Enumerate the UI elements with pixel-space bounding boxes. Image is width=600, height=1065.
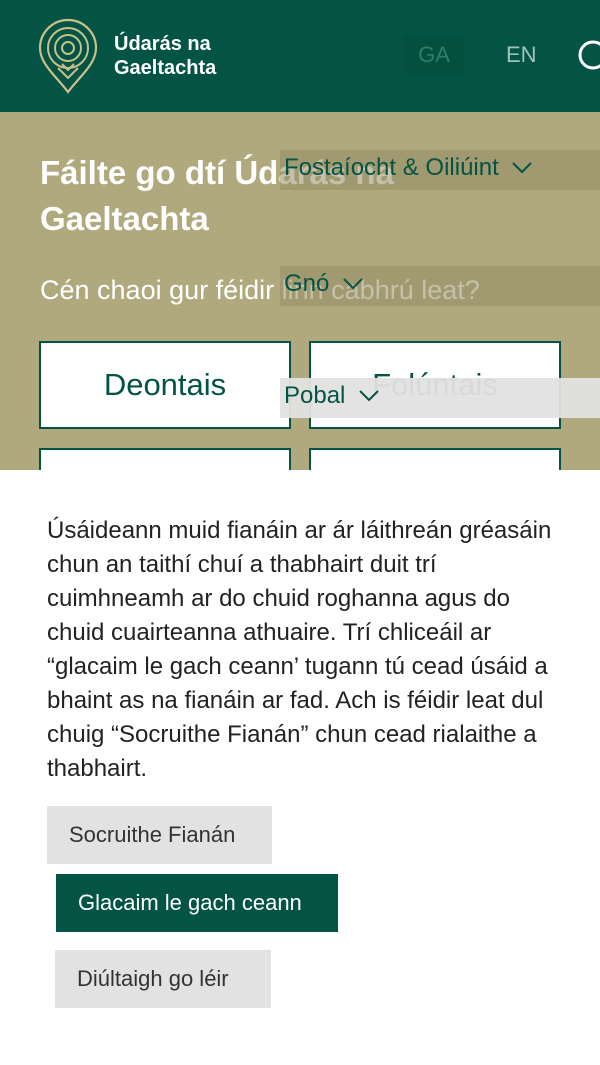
menu-item-gno[interactable]: Gnó xyxy=(280,266,600,306)
chevron-down-icon xyxy=(359,390,379,402)
udaras-logo-icon[interactable] xyxy=(36,18,100,94)
accept-all-cookies-button[interactable]: Glacaim le gach ceann xyxy=(56,874,338,932)
brand-line-2: Gaeltachta xyxy=(114,57,217,79)
menu-item-label: Fostaíocht & Oiliúint xyxy=(284,154,499,181)
chevron-down-icon xyxy=(343,278,363,290)
language-ga-button[interactable]: GA xyxy=(404,36,464,74)
reject-all-cookies-button[interactable]: Diúltaigh go léir xyxy=(55,950,271,1008)
tile-deontais[interactable]: Deontais xyxy=(39,341,291,429)
brand-name[interactable]: Údarás na Gaeltachta xyxy=(114,32,216,80)
menu-item-fostaiocht[interactable]: Fostaíocht & Oiliúint xyxy=(280,150,600,190)
chevron-down-icon xyxy=(512,162,533,174)
brand-line-1: Údarás na xyxy=(114,33,211,55)
language-en-button[interactable]: EN xyxy=(506,36,537,74)
cookie-message: Úsáideann muid fianáin ar ár láithreán g… xyxy=(47,517,552,782)
menu-item-label: Gnó xyxy=(284,270,330,297)
menu-item-pobal[interactable]: Pobal xyxy=(280,378,600,418)
cookie-settings-button[interactable]: Socruithe Fianán xyxy=(47,806,272,864)
search-icon[interactable] xyxy=(576,38,600,72)
menu-item-label: Pobal xyxy=(284,382,346,409)
